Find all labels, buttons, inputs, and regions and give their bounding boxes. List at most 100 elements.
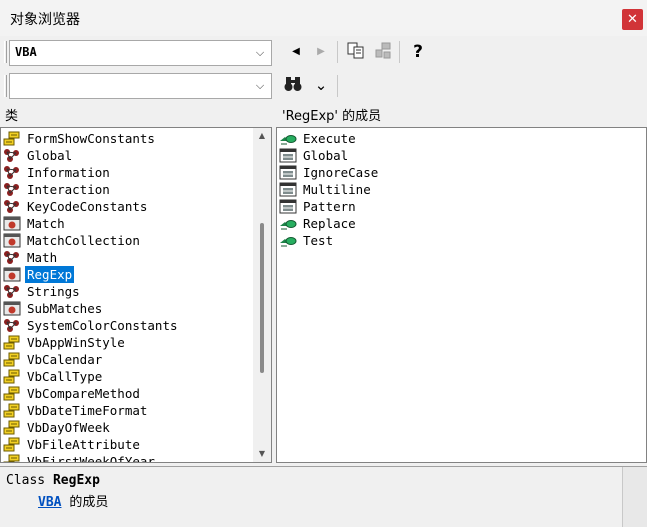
search-button[interactable] [282,74,304,96]
details-pane: Class RegExp VBA 的成员 [0,466,647,527]
enum-icon [3,335,21,350]
enum-icon [3,386,21,401]
scroll-down-icon[interactable]: ▼ [256,448,268,460]
class-list-item-label: VbCallType [27,369,103,384]
classes-list[interactable]: FormShowConstants Global Information Intera… [0,127,272,463]
class-icon [3,233,21,248]
member-list-item[interactable]: Global [277,147,637,164]
help-icon: ? [413,42,423,62]
member-list-item-label: Multiline [303,182,371,197]
class-list-item[interactable]: VbAppWinStyle [1,334,253,351]
member-list-item-label: Execute [303,131,356,146]
class-list-item[interactable]: VbCompareMethod [1,385,253,402]
member-list-item[interactable]: Replace [277,215,637,232]
module-icon [3,148,21,163]
member-list-item[interactable]: Execute [277,130,637,147]
class-list-item[interactable]: KeyCodeConstants [1,198,253,215]
toolbar-grip[interactable] [4,41,7,63]
module-icon [3,284,21,299]
help-button[interactable]: ? [407,41,429,63]
property-icon [279,148,297,163]
class-icon [3,301,21,316]
class-list-item-label: Interaction [27,182,110,197]
toolbar-search: ⌵ ⌄ [0,70,647,102]
details-member-of: 的成员 [69,495,109,510]
classes-scrollbar[interactable]: ▲ ▼ [253,128,271,462]
member-list-item[interactable]: Test [277,232,637,249]
library-link[interactable]: VBA [38,495,61,510]
class-list-item-label: FormShowConstants [27,131,155,146]
class-list-item[interactable]: VbDayOfWeek [1,419,253,436]
forward-button[interactable]: ▶ [310,41,332,63]
members-list[interactable]: Execute Global IgnoreCase Multiline Pattern R… [276,127,647,463]
class-list-item[interactable]: VbDateTimeFormat [1,402,253,419]
class-list-item[interactable]: Global [1,147,253,164]
member-list-item[interactable]: Pattern [277,198,637,215]
back-button[interactable]: ◀ [285,41,307,63]
title-bar: 对象浏览器 ✕ [0,0,647,36]
member-list-item-label: IgnoreCase [303,165,379,180]
enum-icon [3,454,21,462]
enum-icon [3,420,21,435]
class-list-item-label: SystemColorConstants [27,318,178,333]
class-list-item[interactable]: VbCalendar [1,351,253,368]
class-list-item-label: VbCompareMethod [27,386,140,401]
toggle-search-results-button[interactable]: ⌄ [310,74,332,96]
toolbar-grip[interactable] [4,75,7,97]
class-icon [3,216,21,231]
enum-icon [3,437,21,452]
class-list-item[interactable]: FormShowConstants [1,130,253,147]
view-definition-icon [375,42,391,59]
class-list-item[interactable]: VbFirstWeekOfYear [1,453,253,463]
class-list-item[interactable]: RegExp [1,266,253,283]
class-list-item-label: VbFileAttribute [27,437,140,452]
forward-arrow-icon: ▶ [317,46,325,57]
class-list-item[interactable]: SubMatches [1,300,253,317]
class-list-item-label: Strings [27,284,80,299]
copy-button[interactable] [345,41,367,63]
member-list-item[interactable]: Multiline [277,181,637,198]
class-list-item[interactable]: Math [1,249,253,266]
toolbar-divider [337,75,338,97]
details-scrollbar[interactable] [622,467,647,527]
details-line-2: VBA 的成员 [38,491,108,510]
class-list-item-label: VbDayOfWeek [27,420,110,435]
class-list-item[interactable]: SystemColorConstants [1,317,253,334]
chevron-down-icon[interactable]: ⌵ [253,77,267,95]
enum-icon [3,403,21,418]
view-definition-button[interactable] [372,41,394,63]
class-list-item-label: MatchCollection [27,233,140,248]
copy-icon [347,42,364,59]
member-list-item[interactable]: IgnoreCase [277,164,637,181]
library-dropdown[interactable]: VBA ⌵ [9,40,272,66]
method-icon [279,216,297,231]
toolbar-divider [399,41,400,63]
class-list-item[interactable]: Match [1,215,253,232]
class-list-item[interactable]: Information [1,164,253,181]
class-list-item-label: Information [27,165,110,180]
enum-icon [3,131,21,146]
member-list-item-label: Test [303,233,334,248]
close-button[interactable]: ✕ [622,9,643,30]
class-list-item-label: SubMatches [27,301,103,316]
module-icon [3,165,21,180]
classes-scroll-thumb[interactable] [260,223,264,373]
module-icon [3,199,21,214]
class-list-item[interactable]: Strings [1,283,253,300]
module-icon [3,182,21,197]
class-list-item[interactable]: Interaction [1,181,253,198]
class-list-item[interactable]: VbCallType [1,368,253,385]
class-list-item-label: Global [27,148,73,163]
class-list-item[interactable]: MatchCollection [1,232,253,249]
class-list-item-label: VbAppWinStyle [27,335,125,350]
class-list-item-label: KeyCodeConstants [27,199,148,214]
search-text-dropdown[interactable]: ⌵ [9,73,272,99]
chevron-down-icon[interactable]: ⌵ [253,44,267,62]
class-list-item-label: VbFirstWeekOfYear [27,454,155,463]
details-line-1: Class RegExp [6,473,100,488]
scroll-up-icon[interactable]: ▲ [256,130,268,142]
class-list-item[interactable]: VbFileAttribute [1,436,253,453]
details-kind: Class [6,473,46,488]
method-icon [279,131,297,146]
class-list-item-label: RegExp [25,266,75,283]
